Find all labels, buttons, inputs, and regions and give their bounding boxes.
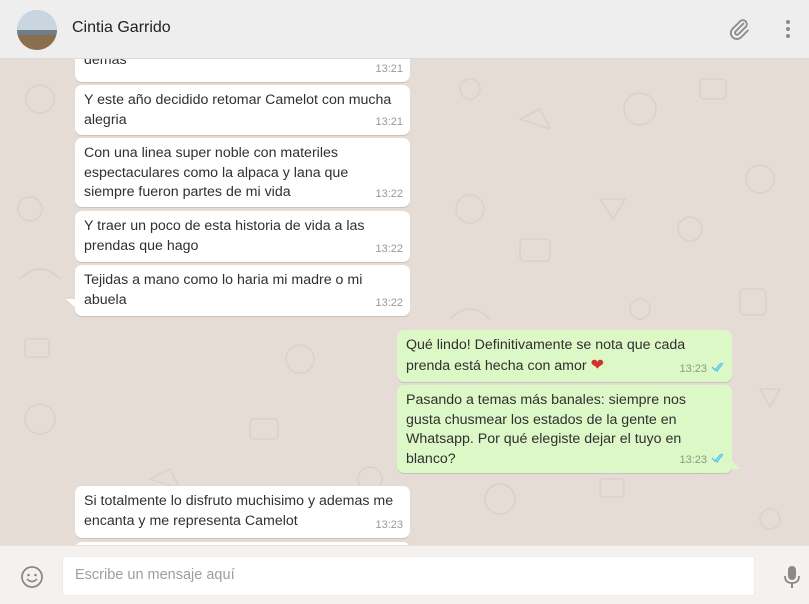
composer-bar: Escribe un mensaje aquí — [0, 545, 809, 604]
message-bubble-incoming[interactable]: Tejidas a mano como lo haria mi madre o … — [75, 265, 410, 316]
message-text: Y traer un poco de esta historia de vida… — [84, 218, 369, 254]
emoji-icon[interactable] — [20, 565, 44, 594]
message-text: Si totalmente lo disfruto muchisimo y ad… — [84, 493, 398, 529]
message-text: Y este año decidido retomar Camelot con … — [84, 92, 396, 128]
message-bubble-incoming[interactable]: demas 13:21 — [75, 59, 410, 82]
message-input[interactable]: Escribe un mensaje aquí — [62, 556, 755, 596]
double-check-read-icon — [711, 450, 725, 470]
message-time: 13:21 — [375, 115, 403, 128]
message-time: 13:22 — [375, 296, 403, 309]
message-bubble-incoming[interactable]: Y este año decidido retomar Camelot con … — [75, 85, 410, 135]
message-text: Tejidas a mano como lo haria mi madre o … — [84, 272, 367, 308]
menu-dots-icon[interactable] — [780, 17, 796, 46]
chat-header: Cintia Garrido — [0, 0, 809, 59]
message-time: 13:23 — [375, 518, 403, 531]
message-bubble-outgoing[interactable]: Pasando a temas más banales: siempre nos… — [397, 385, 732, 473]
message-time: 13:21 — [375, 62, 403, 75]
message-bubble-outgoing[interactable]: Qué lindo! Definitivamente se nota que c… — [397, 330, 732, 382]
message-time: 13:23 — [679, 453, 707, 466]
heart-emoji-icon: ❤ — [590, 356, 604, 374]
message-bubble-incoming[interactable]: Si totalmente lo disfruto muchisimo y ad… — [75, 486, 410, 538]
message-bubble-incoming[interactable]: Y traer un poco de esta historia de vida… — [75, 211, 410, 262]
contact-name[interactable]: Cintia Garrido — [72, 19, 171, 37]
bubble-tail — [731, 460, 741, 469]
message-text: Pasando a temas más banales: siempre nos… — [406, 392, 690, 467]
message-time: 13:23 — [679, 362, 707, 375]
message-text: Con una linea super noble con materiles … — [84, 145, 353, 200]
double-check-read-icon — [711, 359, 725, 379]
message-text: Qué lindo! Definitivamente se nota que c… — [406, 337, 690, 374]
message-text: demas — [84, 59, 127, 68]
avatar[interactable] — [17, 10, 57, 50]
microphone-icon[interactable] — [783, 564, 801, 595]
message-time: 13:22 — [375, 242, 403, 255]
message-bubble-incoming[interactable]: Con una linea super noble con materiles … — [75, 138, 410, 207]
message-time: 13:22 — [375, 187, 403, 200]
chat-panel[interactable]: demas 13:21 Y este año decidido retomar … — [0, 59, 809, 545]
paperclip-icon[interactable] — [727, 17, 751, 46]
